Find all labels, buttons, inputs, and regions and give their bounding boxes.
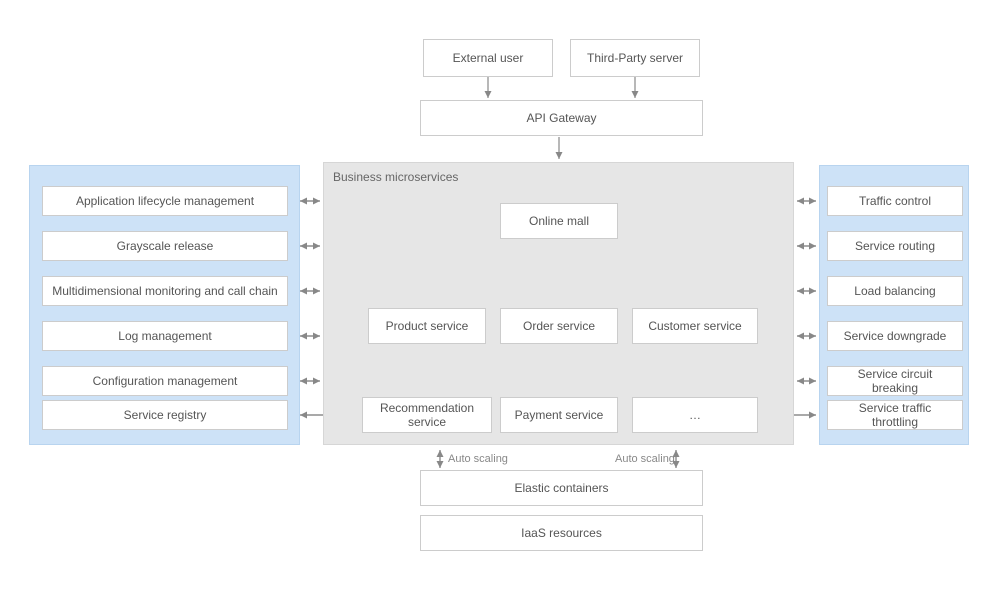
more-services-label: … (689, 408, 701, 422)
third-party-server-label: Third-Party server (587, 51, 683, 65)
left-item-grayscale: Grayscale release (42, 231, 288, 261)
left-item-label: Multidimensional monitoring and call cha… (52, 284, 277, 298)
left-item-label: Application lifecycle management (76, 194, 254, 208)
recommendation-service-box: Recommendation service (362, 397, 492, 433)
auto-scaling-label-left: Auto scaling (448, 453, 508, 465)
iaas-resources-box: IaaS resources (420, 515, 703, 551)
external-user-label: External user (453, 51, 524, 65)
external-user-box: External user (423, 39, 553, 77)
right-item-label: Service traffic throttling (836, 401, 954, 429)
third-party-server-box: Third-Party server (570, 39, 700, 77)
left-item-monitoring: Multidimensional monitoring and call cha… (42, 276, 288, 306)
customer-service-label: Customer service (648, 319, 741, 333)
right-item-label: Service downgrade (844, 329, 947, 343)
product-service-box: Product service (368, 308, 486, 344)
order-service-box: Order service (500, 308, 618, 344)
right-item-label: Service circuit breaking (836, 367, 954, 395)
right-item-load-balancing: Load balancing (827, 276, 963, 306)
recommendation-service-label: Recommendation service (371, 401, 483, 429)
left-item-log: Log management (42, 321, 288, 351)
online-mall-label: Online mall (529, 214, 589, 228)
api-gateway-label: API Gateway (526, 111, 596, 125)
order-service-label: Order service (523, 319, 595, 333)
api-gateway-box: API Gateway (420, 100, 703, 136)
left-item-app-lifecycle: Application lifecycle management (42, 186, 288, 216)
left-item-label: Configuration management (93, 374, 238, 388)
right-item-label: Load balancing (854, 284, 935, 298)
payment-service-box: Payment service (500, 397, 618, 433)
right-item-traffic-control: Traffic control (827, 186, 963, 216)
auto-scaling-label-right: Auto scaling (615, 453, 675, 465)
right-item-service-downgrade: Service downgrade (827, 321, 963, 351)
left-item-config: Configuration management (42, 366, 288, 396)
right-item-service-routing: Service routing (827, 231, 963, 261)
more-services-box: … (632, 397, 758, 433)
right-item-circuit-breaking: Service circuit breaking (827, 366, 963, 396)
online-mall-box: Online mall (500, 203, 618, 239)
left-item-registry: Service registry (42, 400, 288, 430)
left-item-label: Log management (118, 329, 211, 343)
product-service-label: Product service (386, 319, 469, 333)
left-item-label: Service registry (124, 408, 207, 422)
payment-service-label: Payment service (515, 408, 604, 422)
elastic-containers-label: Elastic containers (514, 481, 608, 495)
right-item-label: Traffic control (859, 194, 931, 208)
right-item-label: Service routing (855, 239, 935, 253)
right-item-traffic-throttling: Service traffic throttling (827, 400, 963, 430)
left-item-label: Grayscale release (117, 239, 214, 253)
business-microservices-title: Business microservices (333, 170, 458, 184)
elastic-containers-box: Elastic containers (420, 470, 703, 506)
customer-service-box: Customer service (632, 308, 758, 344)
iaas-resources-label: IaaS resources (521, 526, 602, 540)
